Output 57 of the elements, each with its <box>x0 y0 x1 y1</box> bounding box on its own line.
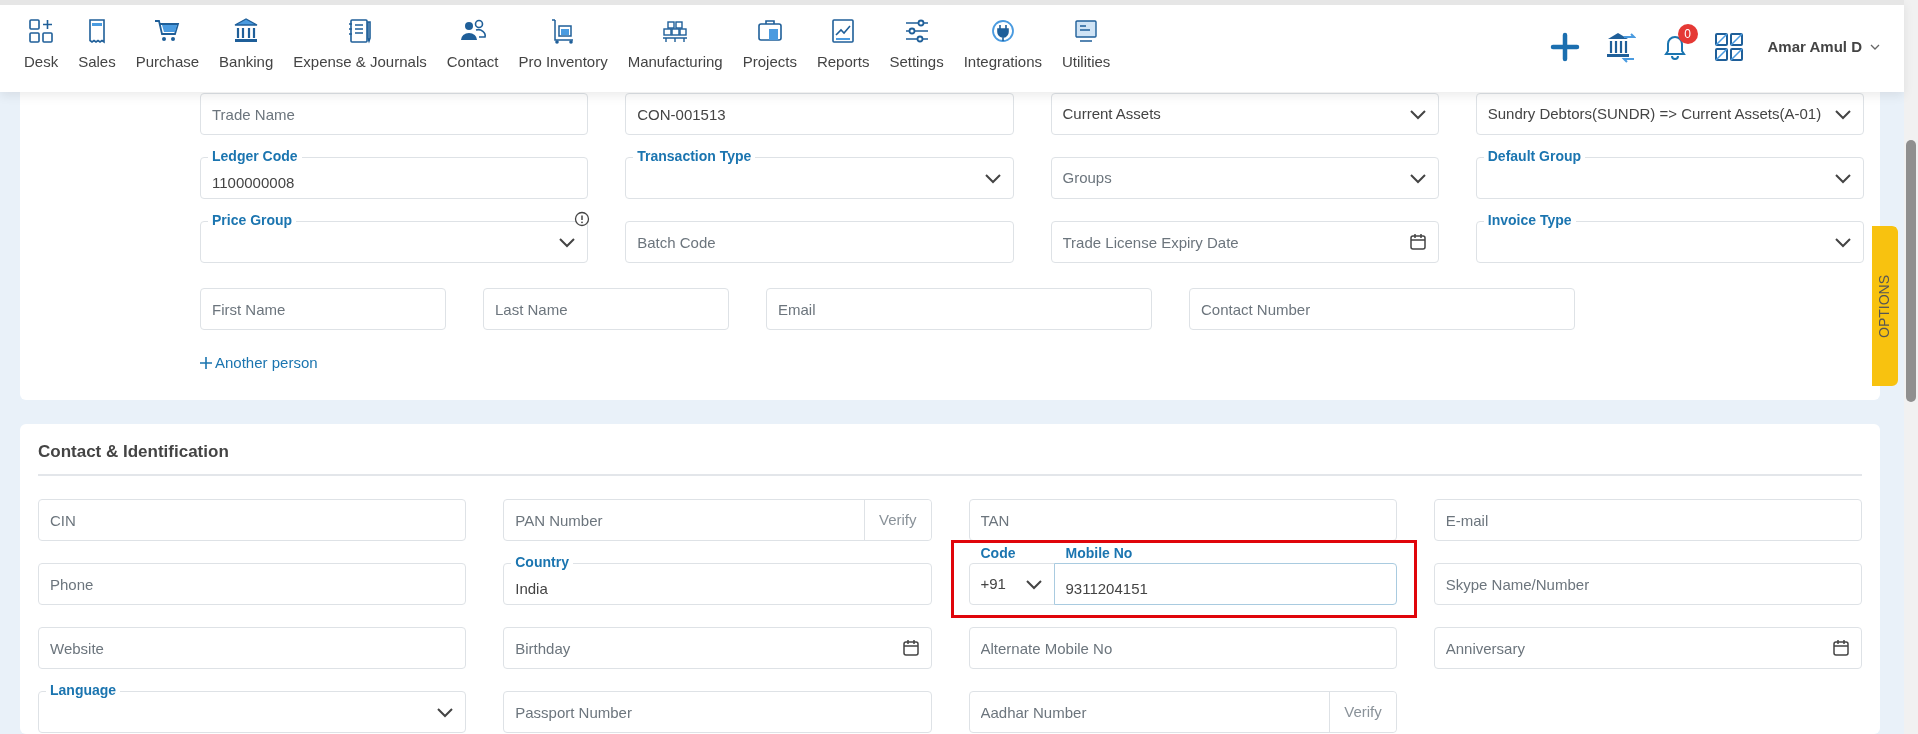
nav-item[interactable]: Reports <box>806 5 880 74</box>
chevron-down-icon[interactable] <box>1870 43 1880 51</box>
info-icon[interactable] <box>574 211 591 227</box>
notification-badge: 0 <box>1677 24 1698 44</box>
nav-item[interactable]: Integrations <box>953 5 1053 74</box>
date-field[interactable]: Trade License Expiry Date <box>1050 221 1439 263</box>
nav-item[interactable]: Manufacturing <box>617 5 733 74</box>
plus-icon[interactable] <box>1549 32 1580 62</box>
calendar-icon[interactable] <box>1408 233 1427 251</box>
field-label: Price Group <box>208 211 297 229</box>
field-label: Ledger Code <box>208 147 302 165</box>
nav-item[interactable]: Desk <box>14 5 69 74</box>
nav-item[interactable]: Contact <box>436 5 509 74</box>
user-name[interactable]: Amar Amul D <box>1767 35 1862 59</box>
calendar-icon[interactable] <box>901 639 920 658</box>
text-field[interactable]: Batch Code <box>625 221 1014 263</box>
grid-plus-icon <box>27 17 56 45</box>
nav-item[interactable]: Pro Inventory <box>508 5 618 74</box>
app-grid-icon[interactable] <box>1713 32 1744 62</box>
text-field[interactable]: Skype Name/Number <box>1433 563 1862 606</box>
notebook-icon <box>346 17 374 45</box>
text-field[interactable]: TAN <box>968 499 1397 542</box>
date-field[interactable]: Anniversary <box>1433 627 1862 670</box>
plus-icon <box>200 357 212 370</box>
text-field[interactable]: Phone <box>38 563 467 606</box>
text-field[interactable]: Trade Name <box>200 93 589 135</box>
scrollbar-thumb[interactable] <box>1906 140 1916 402</box>
text-field[interactable]: First Name <box>200 288 446 330</box>
select-field[interactable]: Groups <box>1050 157 1439 199</box>
text-field[interactable]: CIN <box>38 499 467 542</box>
nav-item[interactable]: Purchase <box>125 5 210 74</box>
text-field[interactable]: Last Name <box>483 288 729 330</box>
calendar-icon[interactable] <box>1832 639 1850 658</box>
field-label: Invoice Type <box>1483 211 1576 229</box>
text-field[interactable]: Passport Number <box>503 691 932 734</box>
nav-item[interactable]: Sales <box>68 5 126 74</box>
text-field[interactable]: CON-001513 <box>625 93 1014 135</box>
mobile-number-field[interactable]: 9311204151 <box>1053 563 1397 606</box>
text-field[interactable]: E-mail <box>1433 499 1862 542</box>
text-field[interactable]: Contact Number <box>1189 288 1575 330</box>
nav-item[interactable]: Projects <box>732 5 807 74</box>
field-label: Transaction Type <box>633 147 756 165</box>
date-field[interactable]: Birthday <box>503 627 932 670</box>
text-field[interactable]: Alternate Mobile No <box>968 627 1397 670</box>
nav-item[interactable]: Utilities <box>1052 5 1121 74</box>
text-field[interactable]: Website <box>38 627 467 670</box>
section-title: Contact & Identification <box>38 438 1862 477</box>
nav-item[interactable]: Banking <box>209 5 284 74</box>
code-select[interactable]: +91 <box>968 563 1055 606</box>
nav-item[interactable]: Settings <box>879 5 954 74</box>
field-label: Default Group <box>1483 147 1586 165</box>
nav-item[interactable]: Expense & Journals <box>283 5 437 74</box>
select-field[interactable]: Sundry Debtors(SUNDR) => Current Assets(A-01) <box>1475 93 1864 135</box>
add-person-link[interactable]: Another person <box>200 352 318 375</box>
options-tab[interactable]: OPTIONS <box>1872 226 1898 386</box>
text-field[interactable]: Email <box>766 288 1152 330</box>
select-field[interactable]: Current Assets <box>1050 93 1439 135</box>
